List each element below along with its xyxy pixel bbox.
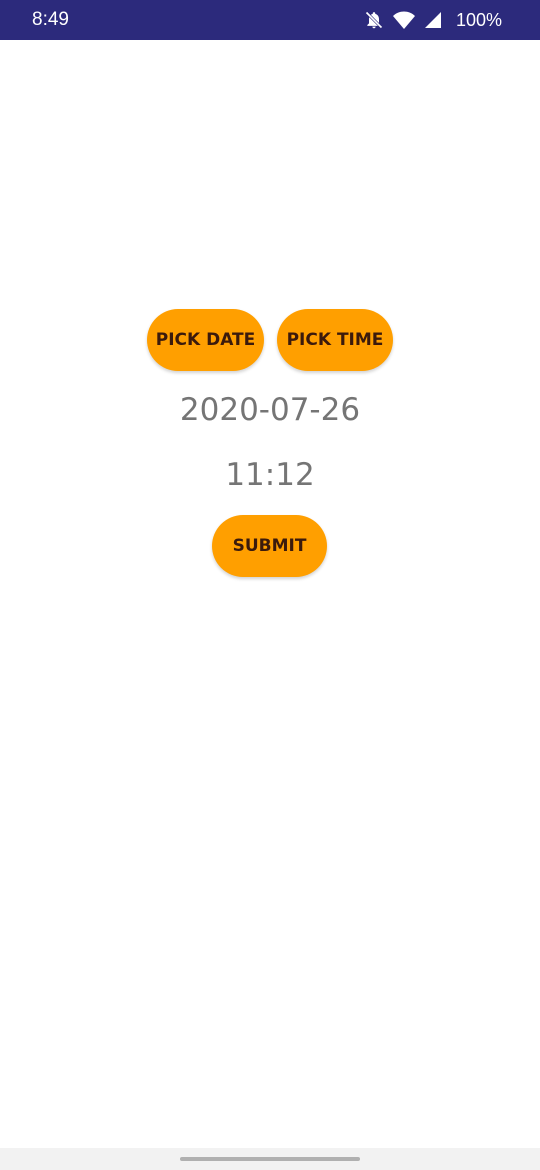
home-gesture-handle[interactable]	[180, 1157, 360, 1161]
navigation-bar	[0, 1148, 540, 1170]
notifications-off-icon	[364, 10, 384, 30]
battery-percentage: 100%	[455, 9, 502, 30]
status-time: 8:49	[32, 9, 69, 30]
pick-time-button[interactable]: PICK TIME	[277, 309, 393, 371]
wifi-icon	[392, 10, 416, 30]
status-icons: 100%	[364, 0, 502, 40]
cell-signal-icon	[424, 11, 442, 29]
submit-button[interactable]: SUBMIT	[212, 515, 327, 577]
selected-date: 2020-07-26	[179, 392, 361, 428]
status-bar: 8:49 100%	[0, 0, 540, 40]
selected-time: 11:12	[225, 457, 315, 493]
pick-date-button[interactable]: PICK DATE	[147, 309, 264, 371]
